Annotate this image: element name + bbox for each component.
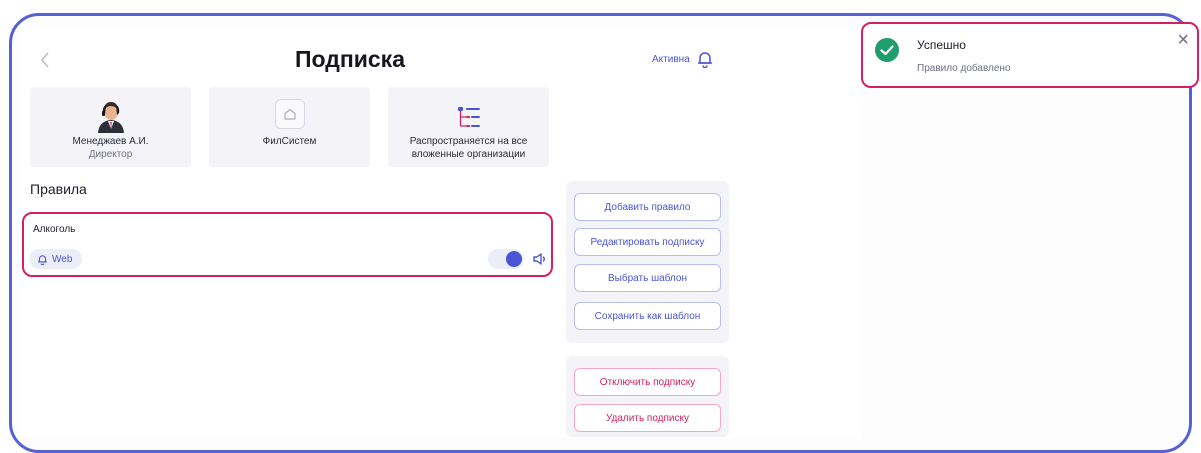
chevron-left-icon — [40, 52, 49, 68]
disable-subscription-button[interactable]: Отключить подписку — [574, 368, 721, 396]
status-label: Активна — [652, 53, 690, 65]
scope-card[interactable]: Распространяется на все вложенные органи… — [388, 87, 549, 167]
toast-title: Успешно — [917, 38, 966, 52]
rule-name: Алкоголь — [33, 224, 76, 235]
choose-template-button[interactable]: Выбрать шаблон — [574, 264, 721, 292]
tree-icon — [457, 107, 480, 127]
info-cards: Менеджаев А.И. Директор ФилСистем . Расп… — [30, 87, 549, 167]
organization-name: ФилСистем — [262, 136, 317, 147]
home-icon — [283, 108, 296, 120]
user-card[interactable]: Менеджаев А.И. Директор — [30, 87, 191, 167]
toast-message: Правило добавлено — [917, 63, 1011, 74]
add-rule-button[interactable]: Добавить правило — [574, 193, 721, 221]
subscription-status[interactable]: Активна — [652, 50, 714, 68]
rule-toggle[interactable] — [488, 249, 524, 269]
close-icon[interactable]: × — [1177, 30, 1189, 50]
check-circle-icon — [875, 38, 899, 62]
save-template-button[interactable]: Сохранить как шаблон — [574, 302, 721, 330]
organization-card[interactable]: ФилСистем . — [209, 87, 370, 167]
danger-actions-panel: Отключить подписку Удалить подписку — [566, 356, 729, 437]
rule-actions-panel: Добавить правило Редактировать подписку … — [566, 181, 729, 343]
avatar — [97, 102, 124, 133]
bell-icon — [697, 52, 712, 68]
organization-logo — [274, 99, 305, 129]
success-toast: Успешно Правило добавлено × — [861, 22, 1199, 88]
scope-description: Распространяется на все вложенные органи… — [409, 136, 528, 160]
edit-subscription-button[interactable]: Редактировать подписку — [574, 228, 721, 256]
page-title: Подписка — [294, 46, 405, 72]
toggle-knob — [506, 251, 522, 267]
delete-subscription-button[interactable]: Удалить подписку — [574, 404, 721, 432]
speaker-icon[interactable] — [532, 251, 548, 267]
channel-chip[interactable]: Web — [29, 249, 83, 269]
rules-heading: Правила — [30, 181, 87, 197]
user-name: Менеджаев А.И. — [72, 136, 149, 147]
rule-card[interactable]: Алкоголь Web — [22, 212, 553, 277]
back-button[interactable] — [38, 50, 52, 70]
user-position: Директор — [88, 149, 133, 160]
channel-label: Web — [52, 253, 73, 265]
bell-icon — [37, 254, 48, 265]
